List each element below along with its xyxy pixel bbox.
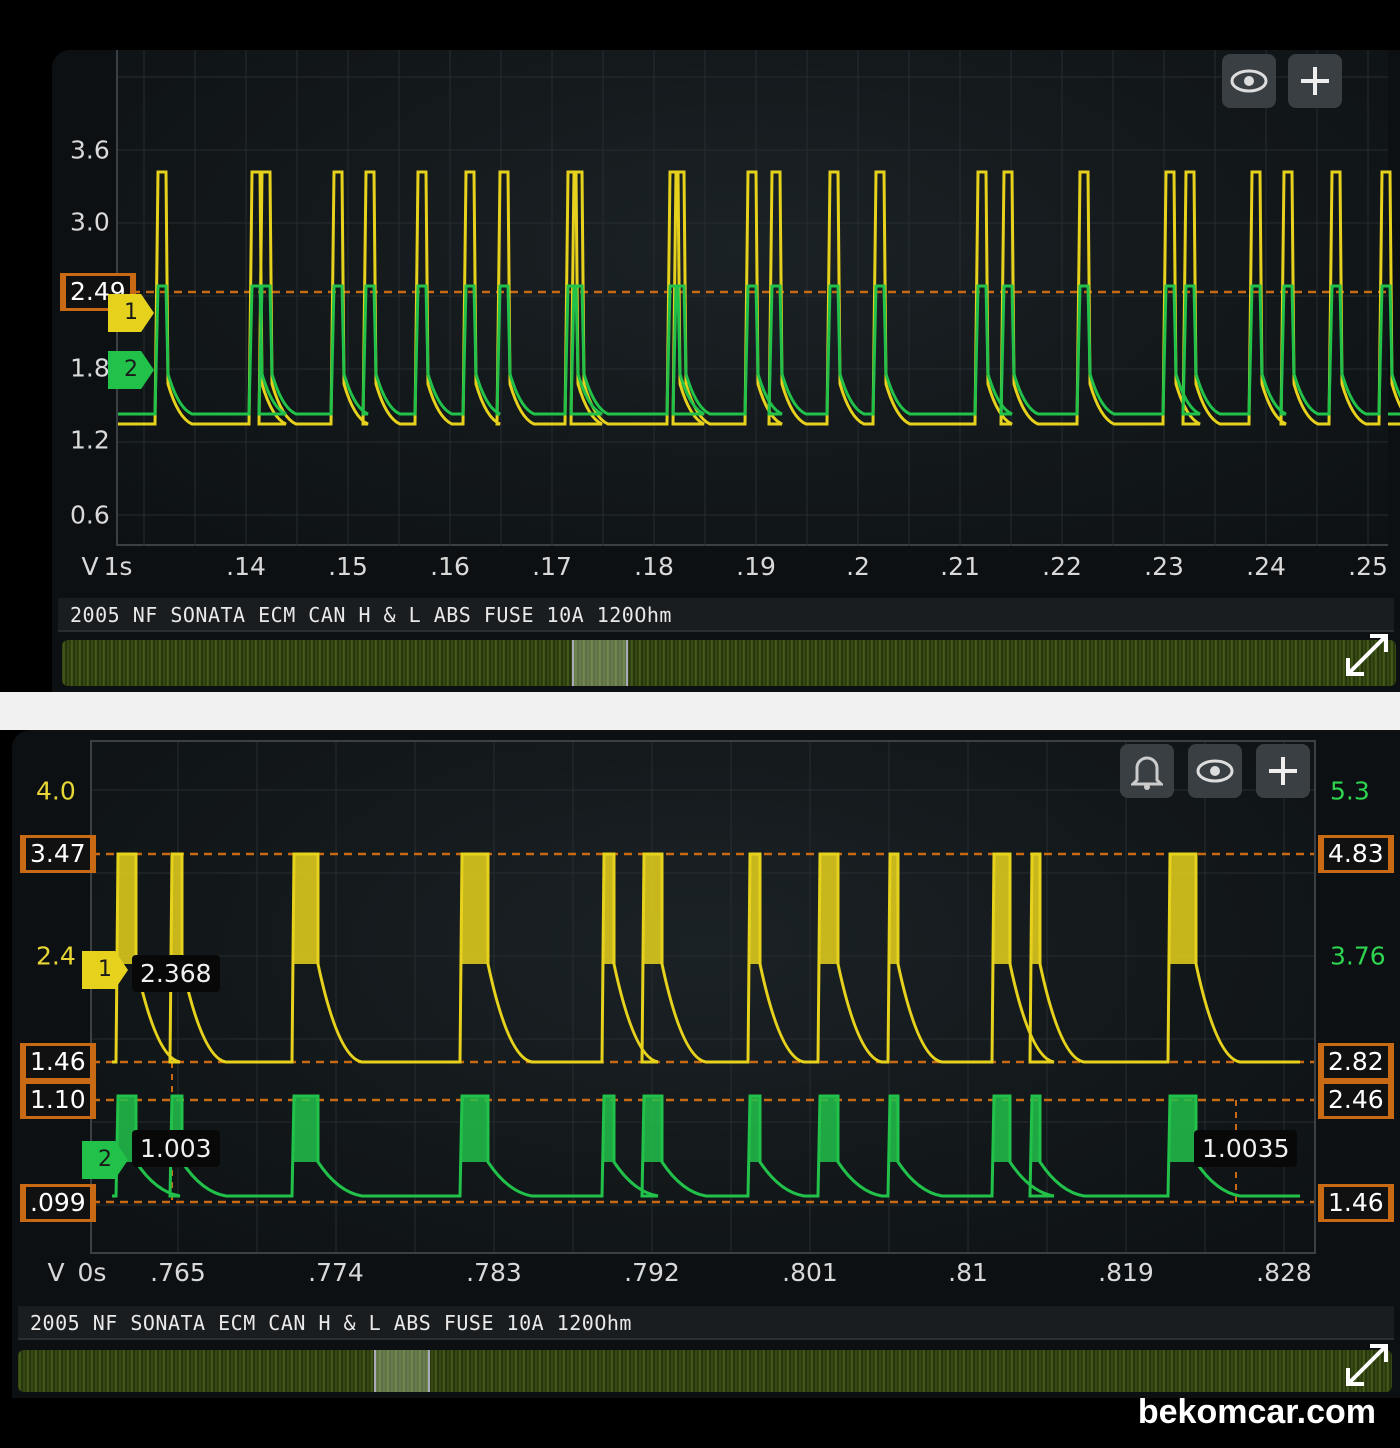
y-tick-right: 3.76 (1330, 941, 1386, 971)
cursor-marker-left[interactable]: .099 (20, 1184, 96, 1222)
cursor-marker-right[interactable]: 1.46 (1318, 1184, 1394, 1222)
cursor-marker-right[interactable]: 4.83 (1318, 835, 1394, 873)
channel-2-trace-burst (820, 1096, 838, 1162)
waveform-svg-bottom (92, 742, 1314, 1252)
channel-1-trace-burst (994, 854, 1010, 964)
scrubber-thumb[interactable] (374, 1350, 430, 1392)
channel-1-trace-burst (172, 854, 182, 964)
channel-2-readout: 1.003 (132, 1130, 220, 1167)
x-tick: .819 (1098, 1258, 1154, 1287)
channel-1-trace-burst (462, 854, 488, 964)
timeline-scrubber-bottom[interactable] (18, 1350, 1392, 1392)
y-axis-unit: V (47, 1258, 65, 1287)
expand-icon[interactable] (1340, 1338, 1394, 1392)
channel-1-trace-burst (750, 854, 760, 964)
watermark: bekomcar.com (1137, 1393, 1376, 1431)
time-div: 0s (77, 1258, 107, 1287)
plus-icon[interactable] (1256, 744, 1310, 798)
channel-1-trace-burst (118, 854, 136, 964)
channel-2-trace-burst (462, 1096, 488, 1162)
x-tick: .765 (150, 1258, 206, 1287)
channel-1-trace (112, 852, 1300, 1064)
x-tick: .81 (948, 1258, 988, 1287)
x-tick: .828 (1256, 1258, 1312, 1287)
channel-1-trace-burst (1032, 854, 1040, 964)
eye-icon[interactable] (1188, 744, 1242, 798)
channel-1-trace-burst (604, 854, 614, 964)
channel-1-trace-burst (820, 854, 838, 964)
channel-2-trace-burst (750, 1096, 760, 1162)
channel-1-trace-burst (890, 854, 898, 964)
channel-2-trace-burst (890, 1096, 898, 1162)
x-tick: .801 (782, 1258, 838, 1287)
channel-2-trace (112, 1094, 1300, 1198)
cursor-marker-left[interactable]: 1.10 (20, 1081, 96, 1119)
y-tick-left: 4.0 (36, 776, 76, 806)
channel-1-trace-burst (644, 854, 662, 964)
cursor-marker-right[interactable]: 2.82 (1318, 1043, 1394, 1081)
channel-2-trace-burst (1032, 1096, 1040, 1162)
channel-2-trace-burst (1170, 1096, 1196, 1162)
trace-title-bottom: 2005 NF SONATA ECM CAN H & L ABS FUSE 10… (18, 1306, 1394, 1340)
bell-icon[interactable] (1120, 744, 1174, 798)
y-tick-right: 5.3 (1330, 776, 1370, 806)
y-tick-left: 2.4 (36, 941, 76, 971)
channel-2-trace-burst (604, 1096, 614, 1162)
channel-2-trace-burst (994, 1096, 1010, 1162)
channel-1-readout: 2.368 (132, 955, 220, 992)
channel-1-trace-burst (294, 854, 318, 964)
x-tick: .774 (308, 1258, 364, 1287)
channel-2-trace-burst (644, 1096, 662, 1162)
x-tick: .783 (466, 1258, 522, 1287)
x-tick: .792 (624, 1258, 680, 1287)
channel-2-trace-burst (294, 1096, 318, 1162)
cursor-marker-left[interactable]: 1.46 (20, 1043, 96, 1081)
channel-1-trace-burst (1170, 854, 1196, 964)
cursor-marker-right[interactable]: 2.46 (1318, 1081, 1394, 1119)
delta-readout: 1.0035 (1194, 1130, 1298, 1167)
cursor-marker-left[interactable]: 3.47 (20, 835, 96, 873)
